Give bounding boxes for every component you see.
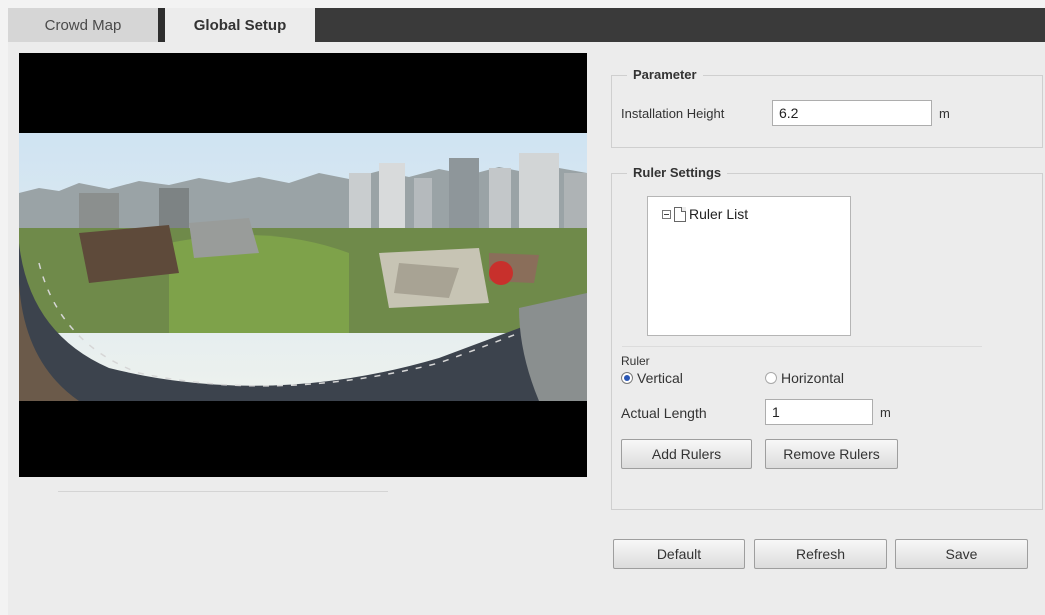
installation-height-label: Installation Height: [621, 106, 725, 121]
ruler-settings-legend: Ruler Settings: [627, 165, 728, 180]
ruler-label: Ruler: [621, 354, 650, 368]
document-icon: [674, 206, 686, 222]
tab-bar: Crowd Map Global Setup: [0, 0, 1045, 42]
tab-global-setup[interactable]: Global Setup: [165, 8, 315, 42]
divider: [622, 346, 982, 347]
collapse-icon[interactable]: [662, 209, 671, 219]
radio-vertical-button[interactable]: [621, 372, 633, 384]
video-underline: [58, 491, 388, 492]
radio-vertical[interactable]: Vertical: [621, 370, 683, 386]
tab-crowd-map[interactable]: Crowd Map: [8, 8, 158, 42]
add-rulers-button[interactable]: Add Rulers: [621, 439, 752, 469]
ruler-list-label: Ruler List: [689, 206, 749, 222]
radio-horizontal-button[interactable]: [765, 372, 777, 384]
actual-length-input[interactable]: [765, 399, 873, 425]
parameter-group: Parameter Installation Height m: [611, 67, 1043, 148]
video-preview[interactable]: [19, 53, 587, 477]
tab-separator: [158, 8, 165, 42]
refresh-button[interactable]: Refresh: [754, 539, 887, 569]
radio-horizontal[interactable]: Horizontal: [765, 370, 844, 386]
radio-horizontal-label: Horizontal: [781, 370, 845, 386]
video-frame-image: [19, 133, 587, 401]
main-panel: Parameter Installation Height m Ruler Se…: [8, 42, 1045, 615]
actual-length-label: Actual Length: [621, 405, 707, 421]
ruler-list-node[interactable]: Ruler List: [662, 206, 748, 222]
ruler-list-tree[interactable]: Ruler List: [647, 196, 851, 336]
actual-length-unit: m: [880, 405, 891, 420]
installation-height-input[interactable]: [772, 100, 932, 126]
default-button[interactable]: Default: [613, 539, 745, 569]
tab-bar-background: [315, 8, 1045, 42]
parameter-legend: Parameter: [627, 67, 703, 82]
installation-height-unit: m: [939, 106, 950, 121]
remove-rulers-button[interactable]: Remove Rulers: [765, 439, 898, 469]
radio-vertical-label: Vertical: [637, 370, 683, 386]
ruler-settings-group: Ruler Settings Ruler List Ruler Vertical…: [611, 165, 1043, 510]
save-button[interactable]: Save: [895, 539, 1028, 569]
